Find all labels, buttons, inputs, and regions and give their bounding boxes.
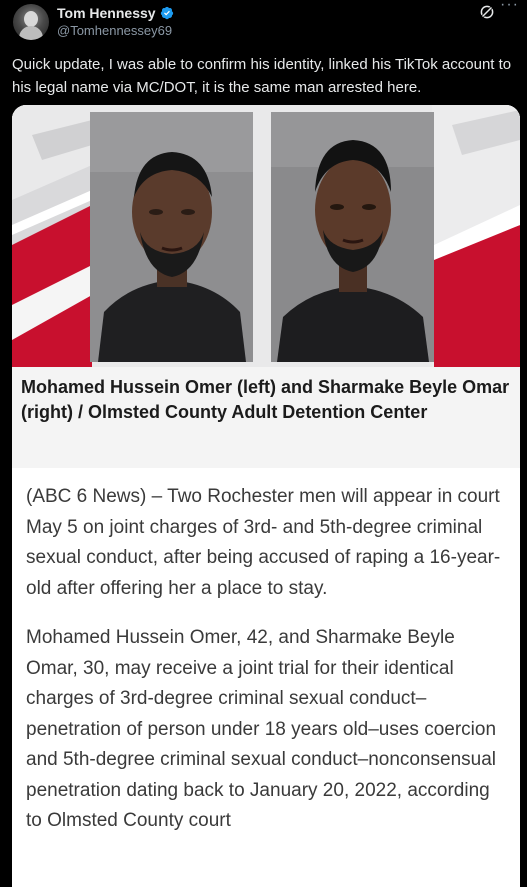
grok-icon[interactable] (478, 3, 496, 21)
media-attachment[interactable]: Mohamed Hussein Omer (left) and Sharmake… (12, 105, 520, 887)
article-paragraph-1: (ABC 6 News) – Two Rochester men will ap… (26, 486, 501, 599)
article-body: (ABC 6 News) – Two Rochester men will ap… (12, 468, 520, 887)
more-icon[interactable]: ··· (500, 0, 522, 14)
news-background-graphic (12, 105, 520, 367)
photo-caption: Mohamed Hussein Omer (left) and Sharmake… (12, 367, 520, 468)
mugshot-left (90, 112, 253, 362)
tweet-header: Tom Hennessy @Tomhennessey69 ··· (0, 0, 527, 44)
mugshot-photo (12, 105, 520, 367)
author-handle[interactable]: @Tomhennessey69 (57, 23, 172, 38)
article-paragraph-2: Mohamed Hussein Omer, 42, and Sharmake B… (26, 627, 497, 831)
verified-badge-icon (160, 6, 173, 20)
mugshot-right (271, 112, 434, 362)
avatar[interactable] (13, 4, 49, 40)
author-name-row[interactable]: Tom Hennessy (57, 5, 174, 21)
tweet-text: Quick update, I was able to confirm his … (12, 56, 512, 96)
author-name[interactable]: Tom Hennessy (57, 5, 156, 21)
